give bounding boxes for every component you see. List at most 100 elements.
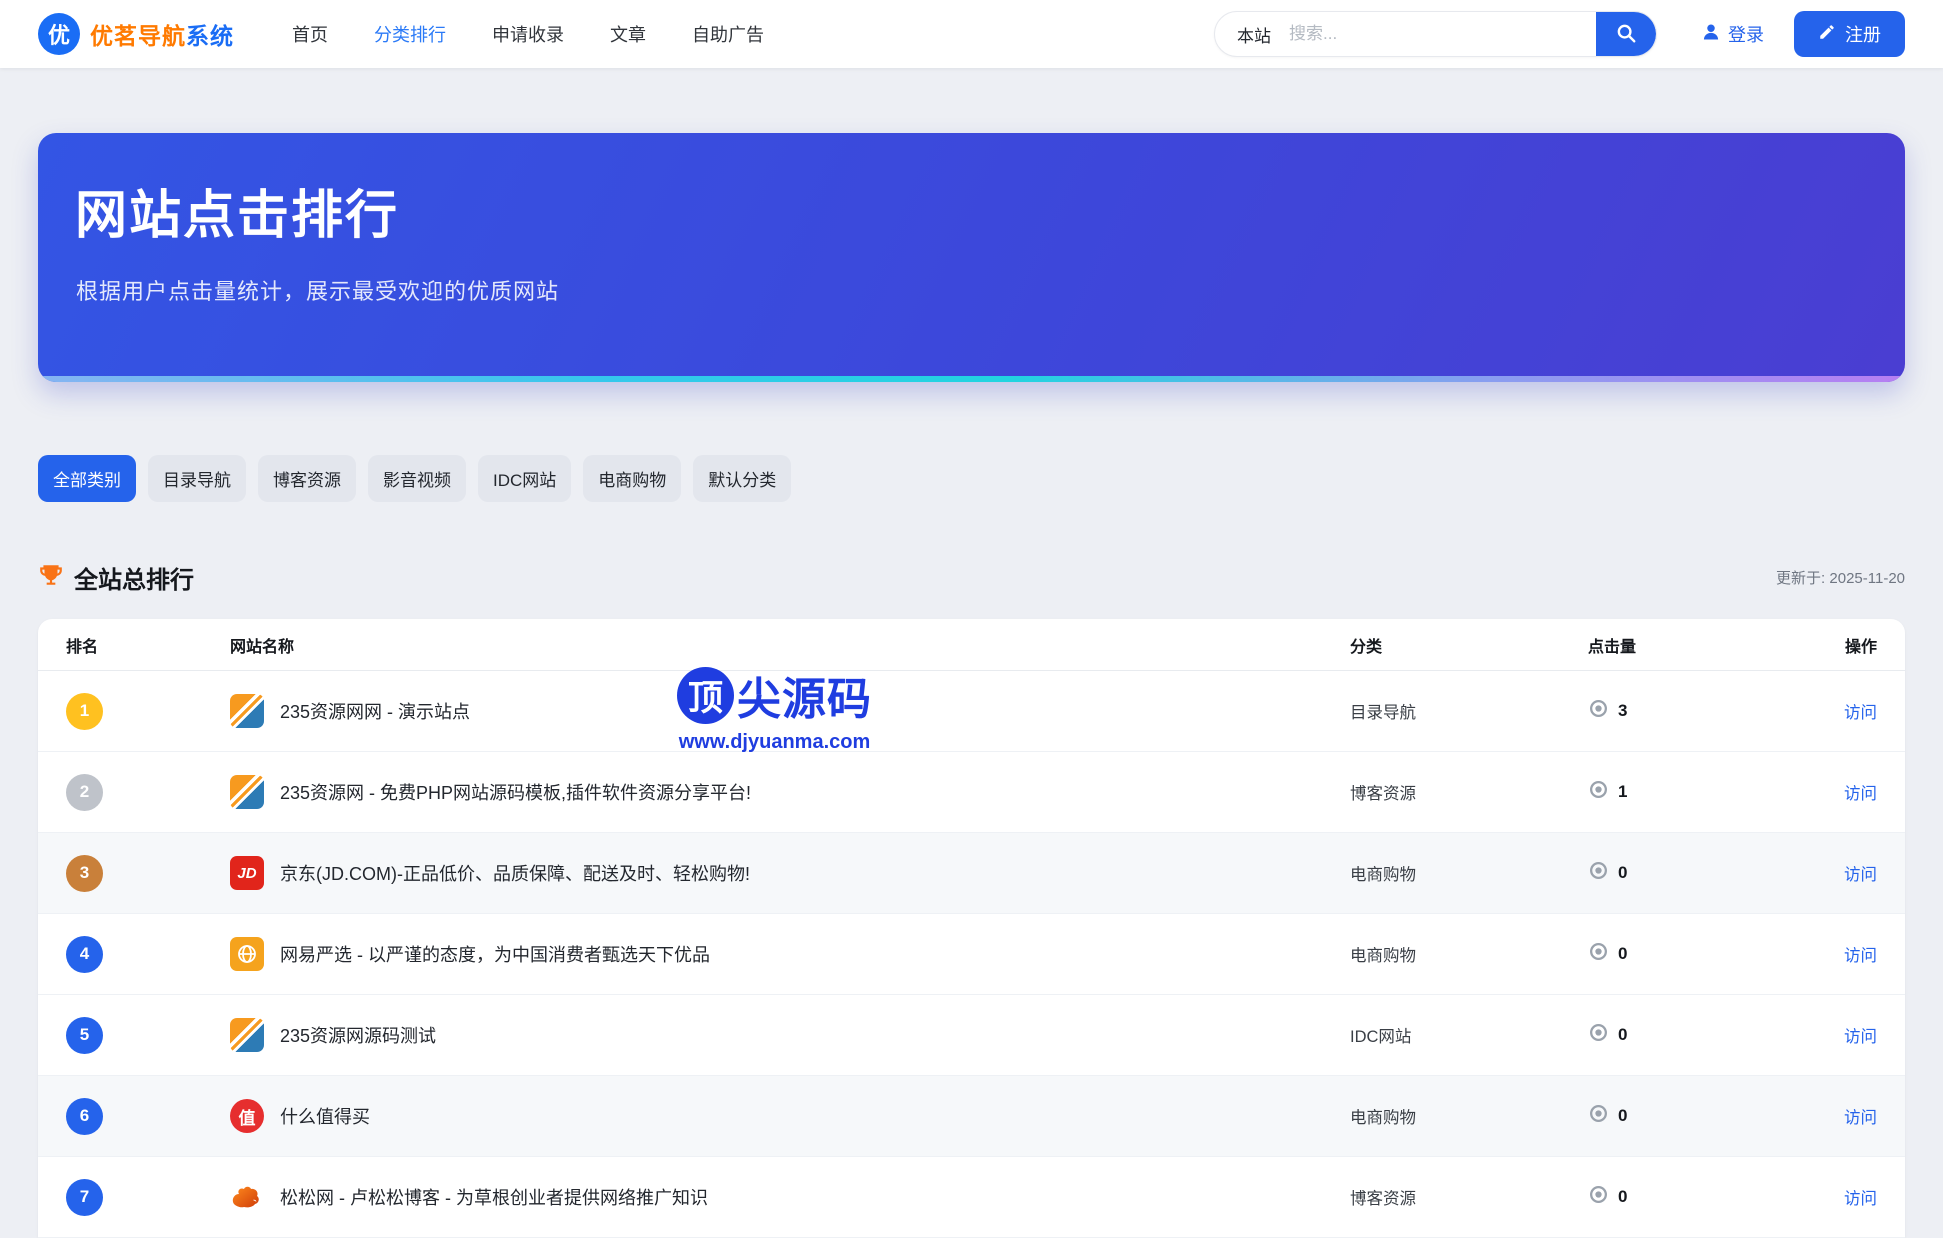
brand-name: 优茗导航系统 <box>90 17 234 51</box>
eye-icon <box>1588 698 1609 724</box>
eye-icon <box>1588 779 1609 805</box>
col-site-name: 网站名称 <box>230 633 1350 657</box>
nav-item-1[interactable]: 分类排行 <box>374 21 446 47</box>
site-title-link[interactable]: 网易严选 - 以严谨的态度，为中国消费者甄选天下优品 <box>280 941 710 967</box>
filter-chip-4[interactable]: IDC网站 <box>478 455 571 502</box>
click-count: 0 <box>1588 860 1758 886</box>
table-row: 1235资源网网 - 演示站点目录导航3访问 <box>38 671 1905 752</box>
hero-gradient-underline <box>38 376 1905 382</box>
eye-icon <box>1588 1103 1609 1129</box>
updated-timestamp: 更新于: 2025-11-20 <box>1776 567 1905 588</box>
page-title: 网站点击排行 <box>75 173 1905 248</box>
eye-icon <box>1588 860 1609 886</box>
site-category: 电商购物 <box>1350 942 1588 966</box>
nav-item-0[interactable]: 首页 <box>292 21 328 47</box>
watermark-logo-icon: 顶 <box>677 667 734 724</box>
ranking-section-head: 全站总排行 更新于: 2025-11-20 <box>38 560 1905 595</box>
search-button[interactable] <box>1596 11 1656 57</box>
eye-icon <box>1588 1022 1609 1048</box>
col-clicks: 点击量 <box>1588 633 1758 657</box>
eye-icon <box>1588 1184 1609 1210</box>
site-title-link[interactable]: 京东(JD.COM)-正品低价、品质保障、配送及时、轻松购物! <box>280 860 750 886</box>
eye-icon <box>1588 941 1609 967</box>
visit-link[interactable]: 访问 <box>1844 704 1877 722</box>
page-subtitle: 根据用户点击量统计，展示最受欢迎的优质网站 <box>76 274 1905 306</box>
rank-badge: 2 <box>66 774 103 811</box>
site-title-link[interactable]: 松松网 - 卢松松博客 - 为草根创业者提供网络推广知识 <box>280 1184 708 1210</box>
site-title-link[interactable]: 什么值得买 <box>280 1103 370 1129</box>
z-stripes-icon <box>230 775 264 809</box>
table-row: 6 值什么值得买 电商购物0 访问 <box>38 1076 1905 1157</box>
visit-link[interactable]: 访问 <box>1844 866 1877 884</box>
site-category: 博客资源 <box>1350 780 1588 804</box>
trophy-icon <box>38 562 64 593</box>
filter-chip-5[interactable]: 电商购物 <box>583 455 681 502</box>
top-navbar: 优 优茗导航系统 首页 分类排行 申请收录 文章 自助广告 本站 登录 <box>0 0 1943 68</box>
col-rank: 排名 <box>66 633 230 657</box>
visit-link[interactable]: 访问 <box>1844 1190 1877 1208</box>
table-header-row: 排名 网站名称 分类 点击量 操作 <box>38 619 1905 671</box>
site-category: 目录导航 <box>1350 699 1588 723</box>
watermark-brand-text: 尖源码 <box>737 663 872 727</box>
hero-banner: 网站点击排行 根据用户点击量统计，展示最受欢迎的优质网站 <box>38 133 1905 382</box>
rank-badge: 6 <box>66 1098 103 1135</box>
site-category: 电商购物 <box>1350 861 1588 885</box>
rank-badge: 5 <box>66 1017 103 1054</box>
site-category: IDC网站 <box>1350 1023 1588 1047</box>
table-row: 4 网易严选 - 以严谨的态度，为中国消费者甄选天下优品 电商购物0 访问 <box>38 914 1905 995</box>
main-nav: 首页 分类排行 申请收录 文章 自助广告 <box>292 21 764 47</box>
nav-item-2[interactable]: 申请收录 <box>492 21 564 47</box>
ranking-table: 排名 网站名称 分类 点击量 操作 1235资源网网 - 演示站点目录导航3访问… <box>38 619 1905 1238</box>
login-link[interactable]: 登录 <box>1701 21 1764 47</box>
rank-badge: 4 <box>66 936 103 973</box>
site-title-link[interactable]: 235资源网源码测试 <box>280 1022 436 1048</box>
col-category: 分类 <box>1350 633 1588 657</box>
click-count: 0 <box>1588 941 1758 967</box>
search-scope-select[interactable]: 本站 <box>1215 22 1289 47</box>
nav-item-3[interactable]: 文章 <box>610 21 646 47</box>
filter-chip-3[interactable]: 影音视频 <box>368 455 466 502</box>
z-stripes-icon <box>230 694 264 728</box>
table-row: 2 235资源网 - 免费PHP网站源码模板,插件软件资源分享平台! 博客资源1 访问 <box>38 752 1905 833</box>
filter-chip-1[interactable]: 目录导航 <box>148 455 246 502</box>
visit-link[interactable]: 访问 <box>1844 947 1877 965</box>
register-button[interactable]: 注册 <box>1794 11 1905 57</box>
click-count: 3 <box>1588 698 1758 724</box>
col-action: 操作 <box>1758 633 1877 657</box>
search-input[interactable] <box>1289 24 1596 44</box>
site-logo[interactable]: 优 优茗导航系统 <box>38 13 234 55</box>
search-area: 本站 登录 注册 <box>1214 11 1905 57</box>
visit-link[interactable]: 访问 <box>1844 1028 1877 1046</box>
filter-chip-2[interactable]: 博客资源 <box>258 455 356 502</box>
site-title-link[interactable]: 235资源网网 - 演示站点 <box>280 698 470 724</box>
rank-badge: 7 <box>66 1179 103 1216</box>
z-stripes-icon <box>230 1018 264 1052</box>
visit-link[interactable]: 访问 <box>1844 1109 1877 1127</box>
table-row: 3 JD 京东(JD.COM)-正品低价、品质保障、配送及时、轻松购物! 电商购物0 访… <box>38 833 1905 914</box>
click-count: 0 <box>1588 1103 1758 1129</box>
site-category: 电商购物 <box>1350 1104 1588 1128</box>
click-count: 0 <box>1588 1184 1758 1210</box>
rank-badge: 3 <box>66 855 103 892</box>
globe-icon <box>230 937 264 971</box>
click-count: 0 <box>1588 1022 1758 1048</box>
section-title: 全站总排行 <box>74 560 194 595</box>
zhi-icon: 值 <box>230 1099 264 1133</box>
search-bar: 本站 <box>1214 11 1657 57</box>
filter-chip-0[interactable]: 全部类别 <box>38 455 136 502</box>
click-count: 1 <box>1588 779 1758 805</box>
watermark: 顶 尖源码 www.djyuanma.com <box>677 663 872 754</box>
table-row: 5 235资源网源码测试 IDC网站0 访问 <box>38 995 1905 1076</box>
jd-icon: JD <box>230 856 264 890</box>
search-icon <box>1615 22 1637 47</box>
table-body: 1235资源网网 - 演示站点目录导航3访问2235资源网 - 免费PHP网站源… <box>38 671 1905 1238</box>
user-icon <box>1701 22 1721 47</box>
squirrel-icon <box>230 1180 264 1214</box>
nav-item-4[interactable]: 自助广告 <box>692 21 764 47</box>
filter-chip-6[interactable]: 默认分类 <box>693 455 791 502</box>
logo-icon: 优 <box>38 13 80 55</box>
category-filters: 全部类别目录导航博客资源影音视频 IDC网站电商购物默认分类 <box>38 455 1905 502</box>
site-category: 博客资源 <box>1350 1185 1588 1209</box>
site-title-link[interactable]: 235资源网 - 免费PHP网站源码模板,插件软件资源分享平台! <box>280 779 751 805</box>
visit-link[interactable]: 访问 <box>1844 785 1877 803</box>
